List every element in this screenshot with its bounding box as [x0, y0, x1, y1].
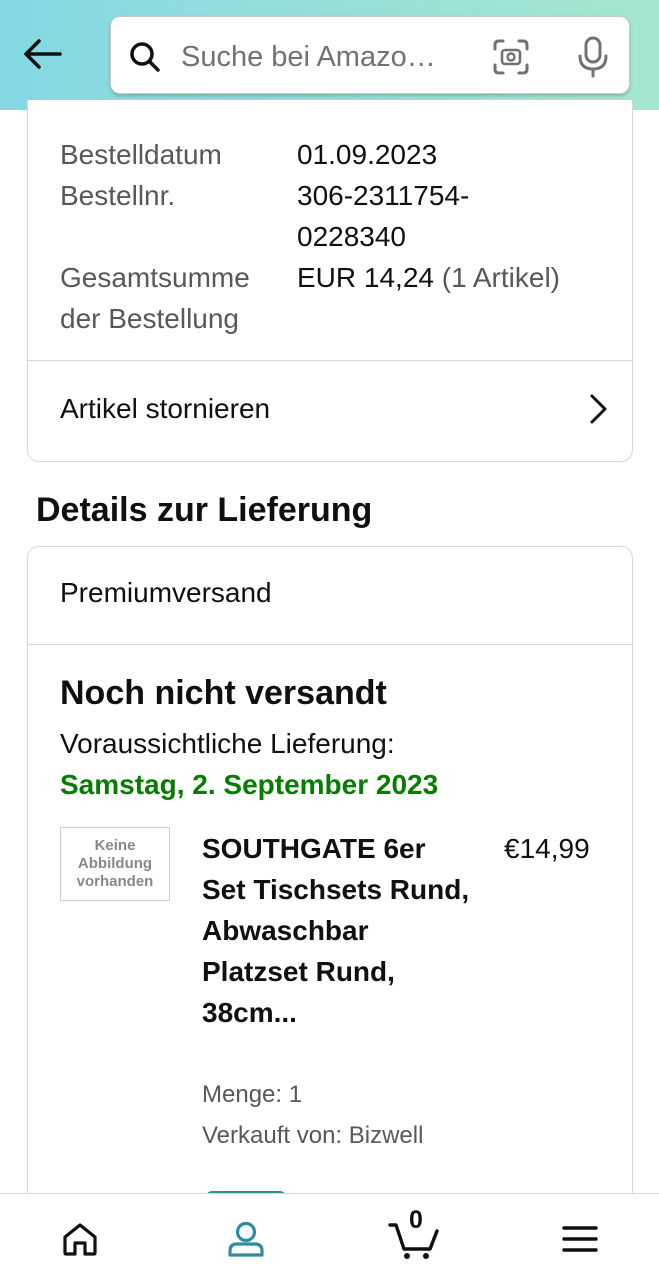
search-icon — [130, 42, 160, 72]
order-total-value-wrap: EUR 14,24 (1 Artikel) — [297, 257, 617, 339]
microphone-icon[interactable] — [573, 35, 613, 79]
shipment-status: Noch nicht versandt — [60, 674, 387, 712]
nav-account-button[interactable] — [221, 1214, 271, 1264]
product-title-link[interactable]: SOUTHGATE 6er Set Tischsets Rund, Abwasc… — [202, 828, 472, 1033]
nav-home-button[interactable] — [55, 1214, 105, 1264]
order-total-row: Gesamtsumme der Bestellung EUR 14,24 (1 … — [60, 257, 620, 339]
order-total-value: EUR 14,24 — [297, 262, 434, 293]
product-price: €14,99 — [504, 833, 590, 864]
shipping-type: Premiumversand — [60, 577, 272, 608]
delivery-card: Premiumversand Noch nicht versandt Vorau… — [27, 546, 633, 1226]
bottom-navigation: 0 — [0, 1193, 659, 1280]
camera-scan-icon[interactable] — [491, 37, 531, 77]
order-number-row: Bestellnr. 306-2311754-0228340 — [60, 175, 620, 257]
order-info: Bestelldatum 01.09.2023 Bestellnr. 306-2… — [60, 134, 620, 339]
account-icon — [228, 1221, 264, 1257]
order-date-row: Bestelldatum 01.09.2023 — [60, 134, 620, 175]
back-button[interactable] — [18, 30, 66, 78]
order-date-value: 01.09.2023 — [297, 139, 438, 170]
search-input[interactable]: Suche bei Amazo… — [181, 39, 471, 75]
search-bar[interactable]: Suche bei Amazo… — [110, 16, 630, 94]
order-summary-card: Bestelldatum 01.09.2023 Bestellnr. 306-2… — [27, 100, 633, 462]
estimated-delivery-label: Voraussichtliche Lieferung: — [60, 728, 395, 759]
no-image-placeholder: Keine Abbildung vorhanden — [76, 837, 154, 890]
order-total-label: Gesamtsumme der Bestellung — [60, 262, 250, 334]
product-image[interactable]: Keine Abbildung vorhanden — [60, 827, 170, 901]
order-date-label: Bestelldatum — [60, 139, 222, 170]
order-number-value: 306-2311754-0228340 — [297, 180, 470, 252]
hamburger-menu-icon — [562, 1226, 598, 1252]
nav-menu-button[interactable] — [555, 1214, 605, 1264]
app-header: Suche bei Amazo… — [0, 0, 659, 110]
chevron-right-icon — [590, 394, 607, 424]
order-total-items: (1 Artikel) — [441, 262, 560, 293]
home-icon — [63, 1223, 97, 1256]
estimated-delivery-date: Samstag, 2. September 2023 — [60, 769, 439, 800]
back-arrow-icon — [24, 39, 62, 69]
cart-count-badge: 0 — [409, 1206, 423, 1234]
cancel-items-label: Artikel stornieren — [60, 393, 271, 424]
product-quantity: Menge: 1 — [202, 1081, 303, 1108]
delivery-section-title: Details zur Lieferung — [36, 491, 373, 529]
cancel-items-button[interactable]: Artikel stornieren — [28, 361, 632, 461]
product-seller: Verkauft von: Bizwell — [202, 1122, 424, 1149]
divider — [28, 644, 632, 645]
order-number-label: Bestellnr. — [60, 180, 176, 211]
